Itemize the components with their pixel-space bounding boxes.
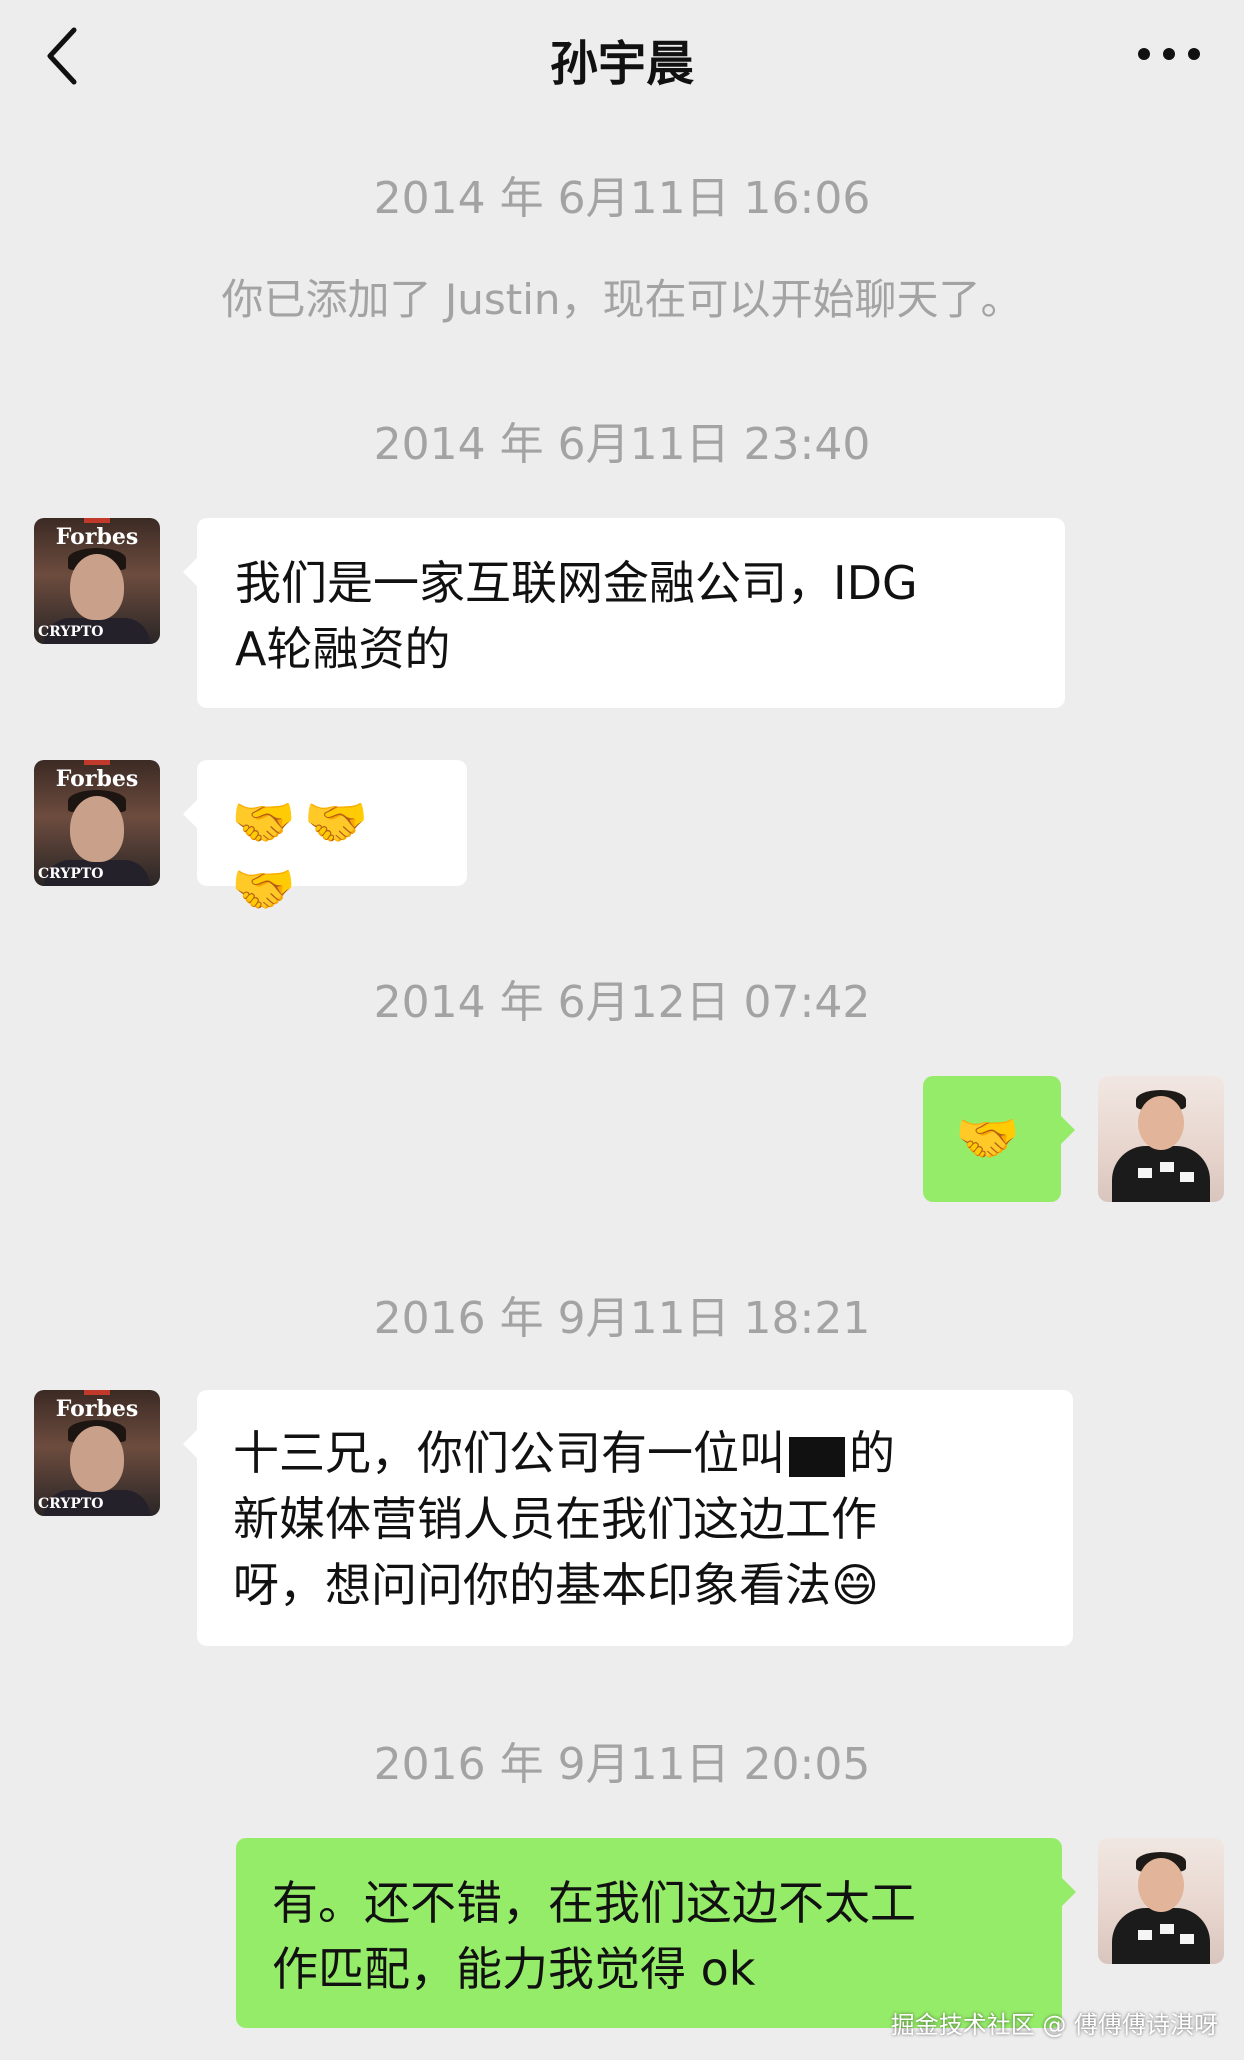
my-avatar[interactable]	[1098, 1838, 1224, 1964]
message-text: 作匹配，能力我觉得 ok	[272, 1942, 756, 1996]
avatar-shirt	[1112, 1146, 1210, 1202]
avatar-face	[1138, 1096, 1184, 1150]
shirt-patch	[1138, 1168, 1152, 1178]
cover-text: CRYPTO	[38, 866, 104, 882]
contact-avatar[interactable]: Forbes CRYPTO	[34, 760, 160, 886]
chat-title: 孙宇晨	[549, 36, 694, 92]
avatar-face	[1138, 1858, 1184, 1912]
handshake-emoji: 🤝	[955, 1109, 1028, 1169]
timestamp: 2014 年 6月11日 16:06	[373, 173, 871, 224]
magazine-accent	[84, 1390, 110, 1395]
contact-avatar[interactable]: Forbes CRYPTO	[34, 1390, 160, 1516]
magazine-accent	[84, 760, 110, 765]
handshake-emoji: 🤝🤝🤝	[231, 793, 377, 920]
system-notice: 你已添加了 Justin，现在可以开始聊天了。	[221, 275, 1023, 324]
message-text: 呀，想问问你的基本印象看法😄	[233, 1558, 879, 1612]
watermark: 掘金技术社区 @ 傅傅傅诗淇呀	[890, 2011, 1218, 2039]
contact-avatar[interactable]: Forbes CRYPTO	[34, 518, 160, 644]
message-bubble-incoming[interactable]: 🤝🤝🤝	[183, 760, 467, 920]
timestamp: 2014 年 6月12日 07:42	[373, 977, 871, 1028]
shirt-patch	[1180, 1934, 1194, 1944]
message-text: 有。还不错，在我们这边不太工	[272, 1876, 916, 1930]
message-text: 我们是一家互联网金融公司，IDG	[235, 556, 918, 610]
magazine-title: Forbes	[55, 1396, 139, 1422]
timestamp: 2016 年 9月11日 20:05	[373, 1739, 871, 1790]
message-bubble-incoming[interactable]: 十三兄，你们公司有一位叫 的 新媒体营销人员在我们这边工作 呀，想问问你的基本印象…	[183, 1390, 1073, 1646]
magazine-accent	[84, 518, 110, 523]
message-bubble-outgoing[interactable]: 有。还不错，在我们这边不太工 作匹配，能力我觉得 ok	[236, 1838, 1076, 2028]
shirt-patch	[1180, 1172, 1194, 1182]
message-text: A轮融资的	[235, 622, 451, 676]
redacted-block	[789, 1436, 845, 1477]
cover-text: CRYPTO	[38, 1496, 104, 1512]
shirt-patch	[1160, 1162, 1174, 1172]
my-avatar[interactable]	[1098, 1076, 1224, 1202]
ellipsis-icon	[1138, 48, 1200, 60]
avatar-face	[70, 1426, 124, 1492]
message-bubble-outgoing[interactable]: 🤝	[923, 1076, 1075, 1202]
message-bubble-incoming[interactable]: 我们是一家互联网金融公司，IDG A轮融资的	[183, 518, 1065, 708]
chat-header: 孙宇晨	[0, 0, 1244, 110]
timestamp: 2014 年 6月11日 23:40	[373, 419, 871, 470]
shirt-patch	[1160, 1924, 1174, 1934]
avatar-shirt	[1112, 1908, 1210, 1964]
message-text-line: 十三兄，你们公司有一位叫 的	[233, 1420, 1037, 1486]
magazine-title: Forbes	[55, 766, 139, 792]
timestamp: 2016 年 9月11日 18:21	[373, 1293, 871, 1344]
more-button[interactable]	[1124, 28, 1214, 78]
avatar-face	[70, 554, 124, 620]
message-text: 十三兄，你们公司有一位叫	[233, 1426, 785, 1480]
message-text: 的	[849, 1426, 895, 1480]
shirt-patch	[1138, 1930, 1152, 1940]
magazine-title: Forbes	[55, 524, 139, 550]
cover-text: CRYPTO	[38, 624, 104, 640]
message-text: 新媒体营销人员在我们这边工作	[233, 1492, 877, 1546]
avatar-face	[70, 796, 124, 862]
